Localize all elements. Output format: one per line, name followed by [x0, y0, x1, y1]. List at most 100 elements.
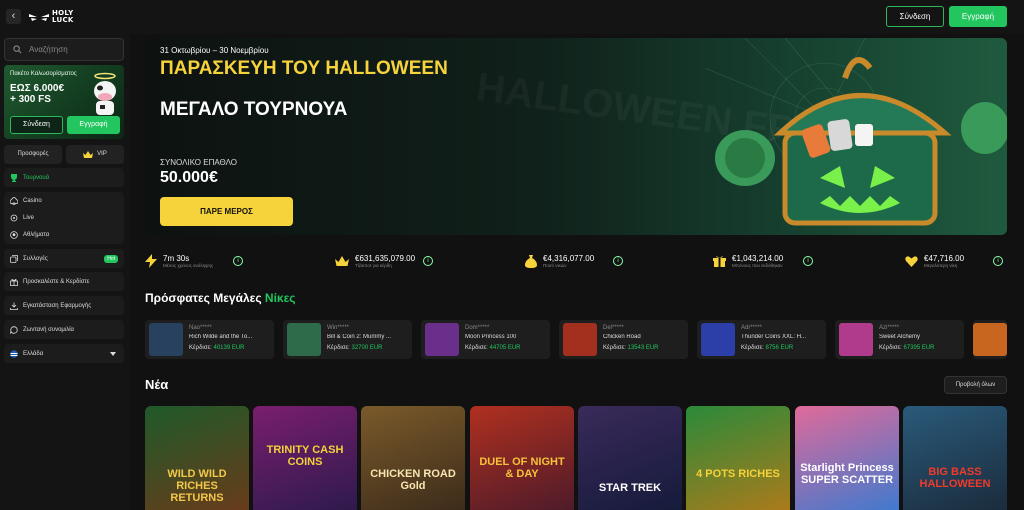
win-label: Κέρδισε:	[189, 345, 212, 351]
game-thumbnail	[149, 323, 183, 356]
game-card[interactable]: WILD WILD RICHES RETURNS	[145, 406, 249, 510]
game-card[interactable]: BIG BASS HALLOWEEN	[903, 406, 1007, 510]
chevron-down-icon	[110, 351, 116, 356]
hot-badge: Hot	[104, 254, 118, 263]
info-icon[interactable]: i	[803, 256, 813, 266]
win-user: Dom*****	[465, 325, 490, 331]
win-game: Bill & Coin 2: Mummy ...	[327, 334, 392, 340]
sparkle-heart-icon	[905, 256, 918, 267]
win-label: Κέρδισε:	[603, 345, 626, 351]
game-card[interactable]: 4 POTS RICHES	[686, 406, 790, 510]
win-card[interactable]: Win***** Bill & Coin 2: Mummy ... Κέρδισ…	[283, 320, 412, 359]
hero-subtitle: ΜΕΓΑΛΟ ΤΟΥΡΝΟΥΑ	[160, 99, 348, 120]
win-card-partial[interactable]	[973, 320, 1007, 359]
win-label: Κέρδισε:	[879, 345, 902, 351]
download-icon	[10, 302, 18, 310]
game-title: Starlight Princess SUPER SCATTER	[800, 462, 894, 486]
spade-icon	[10, 196, 18, 205]
win-card[interactable]: Azi***** Sweet Alchemy Κέρδισε: 67395 EU…	[835, 320, 964, 359]
hero-banner[interactable]: HALLOWEEN FRI 31 Οκτωβρίου – 30 Νοεμβρίο…	[145, 38, 1007, 235]
game-card[interactable]: STAR TREK	[578, 406, 682, 510]
treasure-chest-illustration	[705, 38, 1007, 226]
win-game: Rich Wilde and the To...	[189, 334, 253, 340]
game-card[interactable]: CHICKEN ROAD Gold	[361, 406, 465, 510]
game-card[interactable]: DUEL OF NIGHT & DAY	[470, 406, 574, 510]
info-icon[interactable]: i	[423, 256, 433, 266]
hero-date: 31 Οκτωβρίου – 30 Νοεμβρίου	[160, 46, 269, 55]
sidebar-item-live-chat[interactable]: Ζωντανή συνομιλία	[4, 320, 124, 339]
win-amount: 8756 EUR	[765, 345, 794, 351]
win-card[interactable]: Adr***** Thunder Coins XXL: H... Κέρδισε…	[697, 320, 826, 359]
install-label: Εγκατάσταση Εφαρμογής	[23, 302, 92, 309]
collections-icon	[10, 254, 18, 263]
big-wins-title-part2: Νίκες	[264, 291, 296, 305]
moneybag-icon	[525, 254, 537, 268]
game-thumbnail	[701, 323, 735, 356]
sidebar-item-live[interactable]: Live	[4, 209, 124, 226]
sidebar-item-sports[interactable]: Αθλήματα	[4, 226, 124, 243]
sports-label: Αθλήματα	[23, 231, 50, 238]
greece-flag-icon	[10, 349, 18, 358]
win-amount-row: Κέρδισε: 8756 EUR	[741, 345, 793, 351]
game-card[interactable]: TRINITY CASH COINS	[253, 406, 357, 510]
info-icon[interactable]: i	[613, 256, 623, 266]
win-game: Thunder Coins XXL: H...	[741, 334, 807, 340]
stat-value: €631,635,079.00	[355, 253, 416, 263]
win-card[interactable]: Dom***** Moon Princess 100 Κέρδισε: 4470…	[421, 320, 550, 359]
hero-prize-value: 50.000€	[160, 169, 218, 186]
info-icon[interactable]: i	[233, 256, 243, 266]
tournaments-label: Τουρνουά	[23, 174, 50, 181]
stat-label: Μέσος χρόνος ανάληψης	[163, 262, 214, 268]
win-label: Κέρδισε:	[327, 345, 350, 351]
login-button[interactable]: Σύνδεση	[886, 6, 944, 27]
register-button[interactable]: Εγγραφή	[949, 6, 1007, 27]
see-all-button[interactable]: Προβολή όλων	[944, 376, 1007, 394]
win-card[interactable]: Nao***** Rich Wilde and the To... Κέρδισ…	[145, 320, 274, 359]
game-thumbnail	[563, 323, 597, 356]
game-card[interactable]: Starlight Princess SUPER SCATTER	[795, 406, 899, 510]
welcome-promo-card[interactable]: Πακέτο Καλωσορίσματος ΕΩΣ 6.000€ + 300 F…	[4, 65, 124, 139]
promo-title: Πακέτο Καλωσορίσματος	[10, 71, 77, 77]
offers-button[interactable]: Προσφορές	[4, 145, 62, 164]
stat-label: Μπόνους που εκδόθηκαν	[732, 262, 783, 268]
big-wins-title: Πρόσφατες Μεγάλες Νίκες	[145, 291, 296, 305]
stat-bonuses: €1,043,214.00 Μπόνους που εκδόθηκαν	[713, 250, 783, 272]
game-title: 4 POTS RICHES	[696, 468, 780, 480]
win-card[interactable]: Del***** Chicken Road Κέρδισε: 13543 EUR	[559, 320, 688, 359]
sidebar-item-collections[interactable]: Συλλογές Hot	[4, 249, 124, 268]
win-user: Adr*****	[741, 325, 763, 331]
vip-button[interactable]: VIP	[66, 145, 124, 164]
win-label: Κέρδισε:	[741, 345, 764, 351]
logo-text-line2: LUCK	[52, 16, 74, 24]
info-icon[interactable]: i	[993, 256, 1003, 266]
sidebar-item-invite[interactable]: Προσκαλέστε & Κερδίστε	[4, 272, 124, 291]
game-title: CHICKEN ROAD Gold	[370, 468, 456, 492]
win-user: Nao*****	[189, 325, 212, 331]
stat-value: €1,043,214.00	[732, 253, 784, 263]
game-thumbnail	[425, 323, 459, 356]
search-input[interactable]: Αναζήτηση	[4, 38, 124, 61]
language-selector[interactable]: Ελλάδα	[4, 344, 124, 363]
win-amount: 13543 EUR	[627, 345, 659, 351]
logo[interactable]: HOLY LUCK	[29, 9, 87, 25]
back-button[interactable]: ‹	[6, 9, 21, 24]
collections-label: Συλλογές	[23, 255, 48, 262]
win-amount: 44705 EUR	[489, 345, 521, 351]
sidebar-item-tournaments[interactable]: Τουρνουά	[4, 168, 124, 187]
sidebar-item-install-app[interactable]: Εγκατάσταση Εφαρμογής	[4, 296, 124, 315]
cow-mascot-icon	[94, 72, 116, 115]
ball-icon	[10, 230, 18, 239]
win-amount: 67395 EUR	[903, 345, 935, 351]
invite-label: Προσκαλέστε & Κερδίστε	[23, 278, 90, 285]
sidebar-item-casino[interactable]: Casino	[4, 192, 124, 209]
stat-value: 7m 30s	[163, 253, 190, 263]
win-amount-row: Κέρδισε: 44705 EUR	[465, 345, 521, 351]
promo-register-button[interactable]: Εγγραφή	[67, 116, 120, 134]
live-chat-label: Ζωντανή συνομιλία	[23, 326, 75, 333]
promo-login-button[interactable]: Σύνδεση	[10, 116, 63, 134]
hero-cta-button[interactable]: ΠΑΡΕ ΜΕΡΟΣ	[160, 197, 293, 226]
game-thumbnail	[973, 323, 1007, 356]
big-wins-title-part1: Πρόσφατες Μεγάλες	[145, 291, 262, 305]
win-amount-row: Κέρδισε: 67395 EUR	[879, 345, 935, 351]
win-amount-row: Κέρδισε: 32700 EUR	[327, 345, 383, 351]
